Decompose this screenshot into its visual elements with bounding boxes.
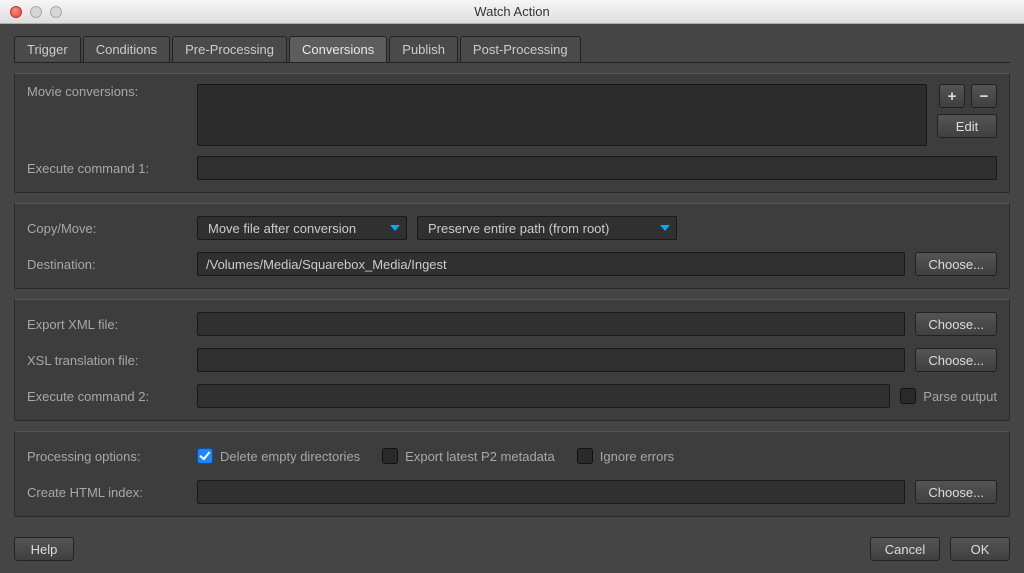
tab-publish[interactable]: Publish <box>389 36 458 62</box>
label-execute-command-2: Execute command 2: <box>27 389 187 404</box>
label-execute-command-1: Execute command 1: <box>27 161 187 176</box>
group-copy-move: Copy/Move: Move file after conversion Pr… <box>14 203 1010 289</box>
execute-command-1-field[interactable] <box>197 156 997 180</box>
checkbox-box <box>382 448 398 464</box>
xsl-translation-field[interactable] <box>197 348 905 372</box>
ok-button[interactable]: OK <box>950 537 1010 561</box>
choose-html-index-button[interactable]: Choose... <box>915 480 997 504</box>
parse-output-checkbox[interactable]: Parse output <box>900 388 997 404</box>
label-destination: Destination: <box>27 257 187 272</box>
label-xsl-translation: XSL translation file: <box>27 353 187 368</box>
dialog-footer: Help Cancel OK <box>0 525 1024 573</box>
execute-command-2-field[interactable] <box>197 384 890 408</box>
cancel-button[interactable]: Cancel <box>870 537 940 561</box>
label-export-xml: Export XML file: <box>27 317 187 332</box>
chevron-down-icon <box>390 225 400 231</box>
movie-conversions-buttons: + − Edit <box>937 84 997 138</box>
content-area: Trigger Conditions Pre-Processing Conver… <box>0 24 1024 525</box>
choose-destination-button[interactable]: Choose... <box>915 252 997 276</box>
movie-conversions-listbox[interactable] <box>197 84 927 146</box>
label-create-html-index: Create HTML index: <box>27 485 187 500</box>
checkbox-box <box>577 448 593 464</box>
remove-conversion-button[interactable]: − <box>971 84 997 108</box>
export-p2-metadata-label: Export latest P2 metadata <box>405 449 555 464</box>
parse-output-label: Parse output <box>923 389 997 404</box>
destination-field[interactable]: /Volumes/Media/Squarebox_Media/Ingest <box>197 252 905 276</box>
tab-conversions[interactable]: Conversions <box>289 36 387 62</box>
ignore-errors-label: Ignore errors <box>600 449 674 464</box>
titlebar: Watch Action <box>0 0 1024 24</box>
export-xml-field[interactable] <box>197 312 905 336</box>
ignore-errors-checkbox[interactable]: Ignore errors <box>577 448 674 464</box>
tab-post-processing[interactable]: Post-Processing <box>460 36 581 62</box>
group-xml-export: Export XML file: Choose... XSL translati… <box>14 299 1010 421</box>
copy-move-mode-dropdown[interactable]: Move file after conversion <box>197 216 407 240</box>
path-mode-dropdown[interactable]: Preserve entire path (from root) <box>417 216 677 240</box>
create-html-index-field[interactable] <box>197 480 905 504</box>
path-mode-value: Preserve entire path (from root) <box>428 221 609 236</box>
label-movie-conversions: Movie conversions: <box>27 84 187 99</box>
add-conversion-button[interactable]: + <box>939 84 965 108</box>
chevron-down-icon <box>660 225 670 231</box>
label-processing-options: Processing options: <box>27 449 187 464</box>
tab-pre-processing[interactable]: Pre-Processing <box>172 36 287 62</box>
help-button[interactable]: Help <box>14 537 74 561</box>
choose-xsl-button[interactable]: Choose... <box>915 348 997 372</box>
delete-empty-dirs-checkbox[interactable]: Delete empty directories <box>197 448 360 464</box>
label-copy-move: Copy/Move: <box>27 221 187 236</box>
checkbox-box <box>900 388 916 404</box>
tab-conditions[interactable]: Conditions <box>83 36 170 62</box>
tab-trigger[interactable]: Trigger <box>14 36 81 62</box>
group-conversions: Movie conversions: + − Edit Execute comm… <box>14 73 1010 193</box>
checkbox-box <box>197 448 213 464</box>
window-title: Watch Action <box>0 4 1024 19</box>
export-p2-metadata-checkbox[interactable]: Export latest P2 metadata <box>382 448 555 464</box>
tab-bar: Trigger Conditions Pre-Processing Conver… <box>14 36 1010 63</box>
edit-conversion-button[interactable]: Edit <box>937 114 997 138</box>
delete-empty-dirs-label: Delete empty directories <box>220 449 360 464</box>
group-processing-options: Processing options: Delete empty directo… <box>14 431 1010 517</box>
choose-export-xml-button[interactable]: Choose... <box>915 312 997 336</box>
copy-move-mode-value: Move file after conversion <box>208 221 356 236</box>
